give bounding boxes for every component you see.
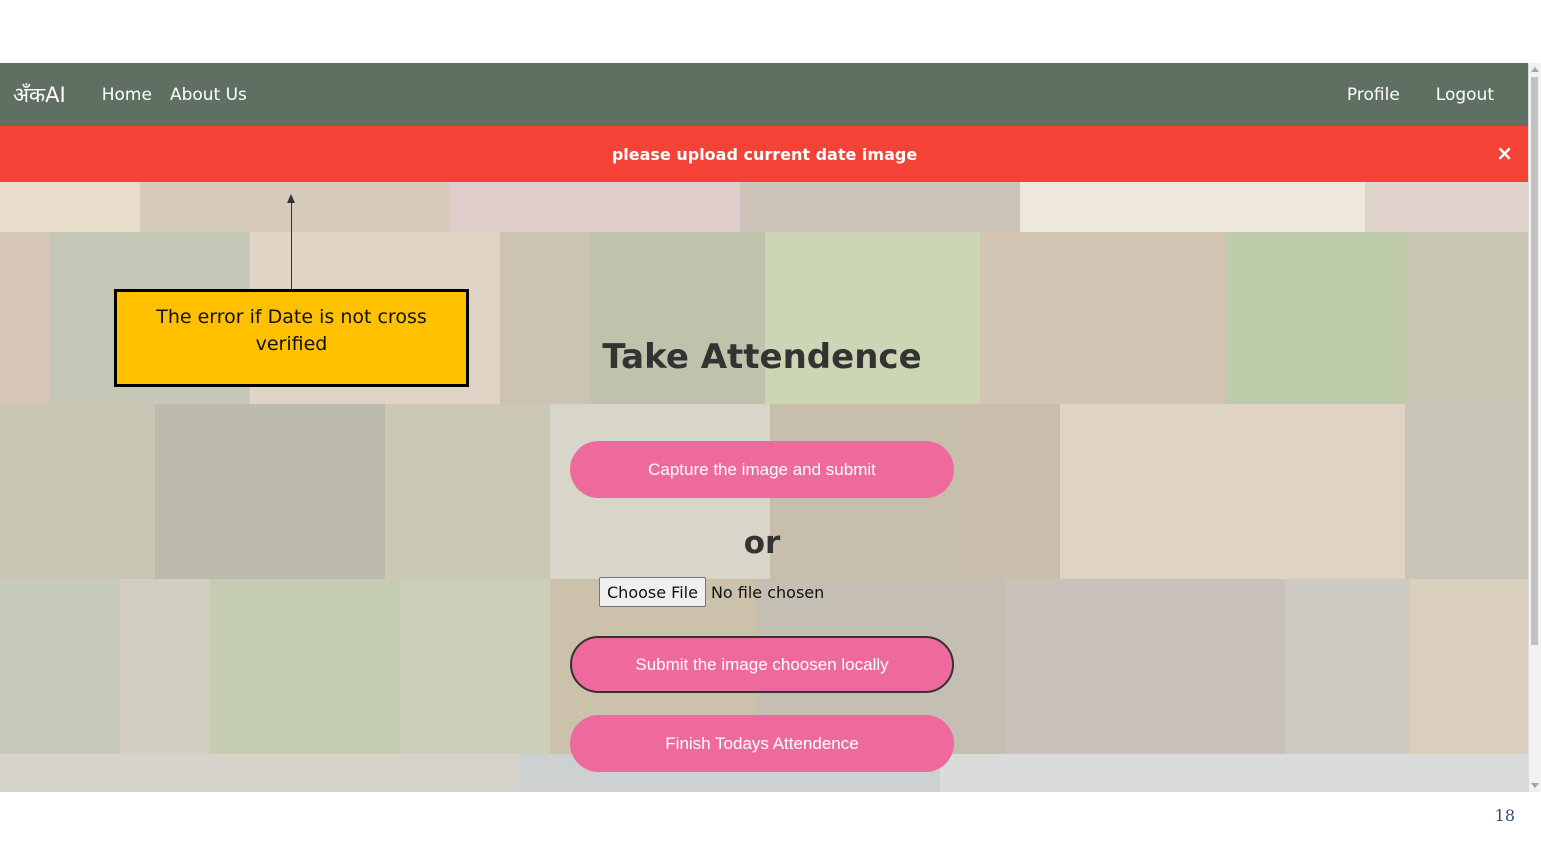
capture-submit-button[interactable]: Capture the image and submit	[570, 441, 954, 498]
close-icon[interactable]: ×	[1496, 142, 1513, 164]
top-navbar: अँकAI Home About Us Profile Logout	[0, 63, 1529, 126]
file-input: Choose File No file chosen	[599, 577, 824, 607]
error-alert-banner: please upload current date image ×	[0, 126, 1529, 182]
page-title: Take Attendence	[602, 337, 922, 377]
annotation-callout: The error if Date is not cross verified	[114, 289, 469, 387]
file-status-text: No file chosen	[710, 582, 825, 602]
scroll-thumb[interactable]	[1531, 77, 1538, 645]
alert-message: please upload current date image	[611, 144, 918, 164]
submit-local-image-button[interactable]: Submit the image choosen locally	[570, 636, 954, 693]
annotation-arrow-line	[291, 200, 292, 289]
vertical-scrollbar[interactable]	[1528, 63, 1541, 792]
finish-attendance-button[interactable]: Finish Todays Attendence	[570, 715, 954, 772]
nav-home-link[interactable]: Home	[102, 85, 152, 105]
brand-logo[interactable]: अँकAI	[13, 81, 66, 109]
browser-viewport: अँकAI Home About Us Profile Logout pleas…	[0, 63, 1541, 792]
scroll-down-arrow-icon[interactable]	[1531, 783, 1539, 788]
slide-page-number: 18	[1494, 806, 1515, 825]
nav-right-group: Profile Logout	[1311, 85, 1529, 105]
nav-about-us-link[interactable]: About Us	[170, 85, 247, 105]
or-separator: or	[743, 525, 781, 561]
scroll-up-arrow-icon[interactable]	[1531, 67, 1539, 72]
callout-text: The error if Date is not cross verified	[156, 306, 427, 355]
choose-file-button[interactable]: Choose File	[599, 577, 706, 607]
nav-profile-link[interactable]: Profile	[1347, 85, 1400, 105]
nav-logout-link[interactable]: Logout	[1436, 85, 1494, 105]
